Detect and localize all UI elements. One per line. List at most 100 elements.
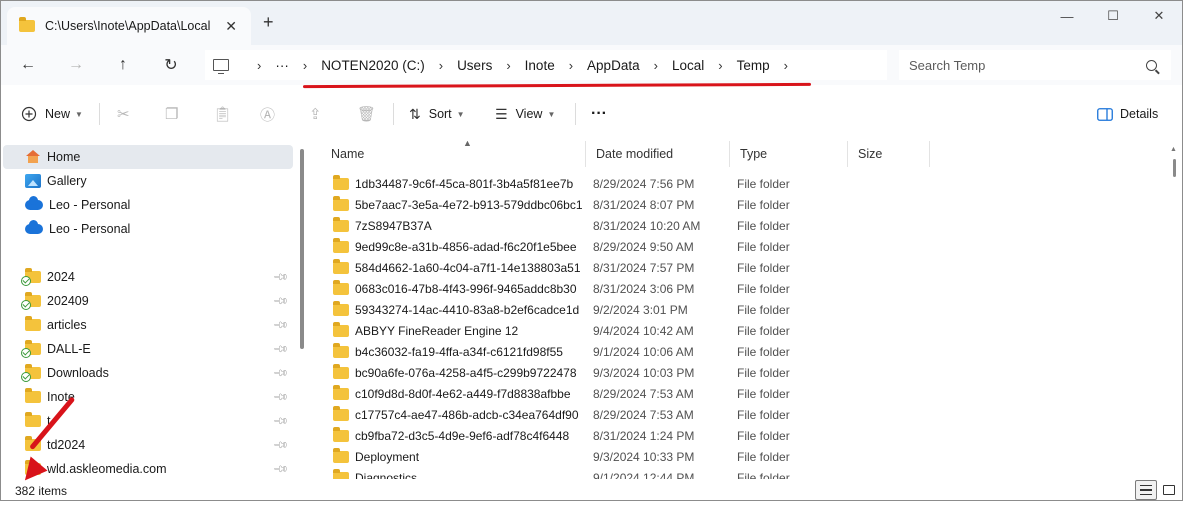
file-name: 9ed99c8e-a31b-4856-adad-f6c20f1e5bee bbox=[355, 239, 577, 254]
close-window-button[interactable]: ✕ bbox=[1136, 1, 1182, 31]
folder-icon bbox=[333, 300, 349, 316]
table-row[interactable]: 584d4662-1a60-4c04-a7f1-14e138803a51 8/31… bbox=[321, 257, 1161, 278]
forward-button[interactable]: → bbox=[63, 53, 89, 77]
sidebar-item-pinned[interactable]: 2024 📌︎ bbox=[3, 265, 293, 289]
column-header-type[interactable]: Type bbox=[730, 141, 848, 167]
sidebar-item-onedrive[interactable]: Leo - Personal bbox=[3, 193, 293, 217]
breadcrumb-inote[interactable]: Inote bbox=[525, 58, 555, 73]
close-tab-icon[interactable]: ✕ bbox=[225, 18, 237, 35]
scroll-up-icon[interactable]: ▲ bbox=[1170, 146, 1177, 153]
file-name: 7zS8947B37A bbox=[355, 218, 432, 233]
table-row[interactable]: Diagnostics 9/1/2024 12:44 PM File folder bbox=[321, 467, 1161, 479]
view-button[interactable]: ☰ View ▼ bbox=[495, 103, 555, 125]
column-header-size[interactable]: Size bbox=[848, 141, 930, 167]
file-name: b4c36032-fa19-4ffa-a34f-c6121fd98f55 bbox=[355, 344, 563, 359]
rename-button[interactable]: Ⓐ bbox=[260, 103, 275, 125]
sidebar-item-home[interactable]: Home bbox=[3, 145, 293, 169]
table-row[interactable]: cb9fba72-d3c5-4d9e-9ef6-adf78c4f6448 8/31… bbox=[321, 425, 1161, 446]
table-row[interactable]: bc90a6fe-076a-4258-a4f5-c299b9722478 9/3/… bbox=[321, 362, 1161, 383]
breadcrumb-separator[interactable]: › bbox=[257, 58, 261, 73]
details-pane-button[interactable]: Details bbox=[1097, 103, 1158, 125]
table-row[interactable]: 7zS8947B37A 8/31/2024 10:20 AM File folder bbox=[321, 215, 1161, 236]
sort-button[interactable]: ⇅ Sort ▼ bbox=[409, 103, 465, 125]
sidebar-item-label: td2024 bbox=[47, 438, 86, 452]
sidebar-item-label: DALL-E bbox=[47, 342, 91, 356]
breadcrumb-appdata[interactable]: AppData bbox=[587, 58, 640, 73]
column-header-label: Type bbox=[740, 147, 768, 161]
sidebar-item-label: Gallery bbox=[47, 174, 87, 188]
sidebar-item-pinned[interactable]: 202409 📌︎ bbox=[3, 289, 293, 313]
sidebar-item-label: Leo - Personal bbox=[49, 198, 131, 212]
file-date: 9/3/2024 10:33 PM bbox=[593, 449, 695, 464]
this-pc-icon[interactable] bbox=[213, 59, 229, 74]
breadcrumb-temp[interactable]: Temp bbox=[737, 58, 770, 73]
pin-icon: 📌︎ bbox=[272, 460, 290, 478]
cut-button[interactable]: ✂ bbox=[117, 103, 130, 125]
chevron-down-icon: ▼ bbox=[547, 109, 556, 119]
table-row[interactable]: b4c36032-fa19-4ffa-a34f-c6121fd98f55 9/1/… bbox=[321, 341, 1161, 362]
table-row[interactable]: ABBYY FineReader Engine 12 9/4/2024 10:42… bbox=[321, 320, 1161, 341]
search-input[interactable]: Search Temp bbox=[909, 58, 1146, 73]
divider bbox=[575, 103, 576, 125]
table-row[interactable]: c17757c4-ae47-486b-adcb-c34ea764df90 8/29… bbox=[321, 404, 1161, 425]
breadcrumb-local[interactable]: Local bbox=[672, 58, 704, 73]
copy-button[interactable]: ❐ bbox=[165, 103, 178, 125]
file-list-scrollbar[interactable] bbox=[1173, 159, 1176, 177]
table-row[interactable]: c10f9d8d-8d0f-4e62-a449-f7d8838afbbe 8/29… bbox=[321, 383, 1161, 404]
breadcrumb-users[interactable]: Users bbox=[457, 58, 492, 73]
breadcrumb-overflow[interactable]: ··· bbox=[275, 58, 289, 73]
column-header-name[interactable]: ▲ Name bbox=[321, 141, 586, 167]
file-date: 8/31/2024 3:06 PM bbox=[593, 281, 695, 296]
file-date: 8/31/2024 8:07 PM bbox=[593, 197, 695, 212]
sidebar-item-pinned[interactable]: td2024 📌︎ bbox=[3, 433, 293, 457]
sync-check-icon bbox=[21, 372, 31, 382]
breadcrumb-separator[interactable]: › bbox=[784, 58, 788, 73]
file-date: 8/31/2024 10:20 AM bbox=[593, 218, 701, 233]
sort-icon: ⇅ bbox=[409, 105, 421, 122]
refresh-button[interactable]: ↻ bbox=[158, 53, 184, 77]
share-button[interactable]: ⇪ bbox=[309, 103, 322, 125]
table-row[interactable]: Deployment 9/3/2024 10:33 PM File folder bbox=[321, 446, 1161, 467]
sidebar-item-pinned[interactable]: articles 📌︎ bbox=[3, 313, 293, 337]
back-button[interactable]: ← bbox=[15, 53, 41, 77]
up-button[interactable]: ↑ bbox=[110, 53, 136, 77]
file-type: File folder bbox=[737, 302, 790, 317]
new-button[interactable]: New ▼ bbox=[21, 103, 83, 125]
sync-check-icon bbox=[21, 300, 31, 310]
breadcrumb-separator[interactable]: › bbox=[718, 58, 722, 73]
see-more-button[interactable]: ··· bbox=[591, 103, 607, 125]
sidebar-item-onedrive[interactable]: Leo - Personal bbox=[3, 217, 293, 241]
search-icon[interactable] bbox=[1146, 59, 1157, 71]
paste-button[interactable]: 📋︎ bbox=[213, 103, 232, 125]
tab-current[interactable]: C:\Users\Inote\AppData\Local ✕ bbox=[7, 7, 251, 45]
folder-icon bbox=[333, 342, 349, 358]
column-header-date[interactable]: Date modified bbox=[586, 141, 730, 167]
breadcrumb-separator[interactable]: › bbox=[654, 58, 658, 73]
table-row[interactable]: 59343274-14ac-4410-83a8-b2ef6cadce1d 9/2/… bbox=[321, 299, 1161, 320]
file-date: 8/31/2024 1:24 PM bbox=[593, 428, 695, 443]
details-view-button[interactable] bbox=[1135, 480, 1157, 500]
sidebar-item-pinned[interactable]: Inote 📌︎ bbox=[3, 385, 293, 409]
table-row[interactable]: 0683c016-47b8-4f43-996f-9465addc8b30 8/31… bbox=[321, 278, 1161, 299]
maximize-button[interactable]: ☐ bbox=[1090, 1, 1136, 31]
breadcrumb-separator[interactable]: › bbox=[303, 58, 307, 73]
sidebar-item-label: Home bbox=[47, 150, 81, 164]
table-row[interactable]: 1db34487-9c6f-45ca-801f-3b4a5f81ee7b 8/29… bbox=[321, 173, 1161, 194]
sidebar-item-pinned[interactable]: DALL-E 📌︎ bbox=[3, 337, 293, 361]
sidebar-scrollbar[interactable] bbox=[300, 149, 304, 349]
breadcrumb-separator[interactable]: › bbox=[506, 58, 510, 73]
breadcrumb-drive[interactable]: NOTEN2020 (C:) bbox=[321, 58, 425, 73]
breadcrumb-separator[interactable]: › bbox=[569, 58, 573, 73]
table-row[interactable]: 5be7aac7-3e5a-4e72-b913-579ddbc06bc1 8/31… bbox=[321, 194, 1161, 215]
table-row[interactable]: 9ed99c8e-a31b-4856-adad-f6c20f1e5bee 8/29… bbox=[321, 236, 1161, 257]
minimize-button[interactable]: — bbox=[1044, 1, 1090, 31]
delete-button[interactable]: 🗑︎ bbox=[357, 103, 376, 125]
sidebar-item-gallery[interactable]: Gallery bbox=[3, 169, 293, 193]
folder-icon bbox=[25, 316, 41, 331]
sidebar-item-pinned[interactable]: Downloads 📌︎ bbox=[3, 361, 293, 385]
new-tab-button[interactable]: + bbox=[263, 13, 274, 31]
tiles-view-button[interactable] bbox=[1158, 480, 1180, 500]
search-box[interactable]: Search Temp bbox=[899, 50, 1171, 80]
address-bar[interactable]: › ··· › NOTEN2020 (C:) › Users › Inote ›… bbox=[205, 50, 887, 80]
breadcrumb-separator[interactable]: › bbox=[439, 58, 443, 73]
